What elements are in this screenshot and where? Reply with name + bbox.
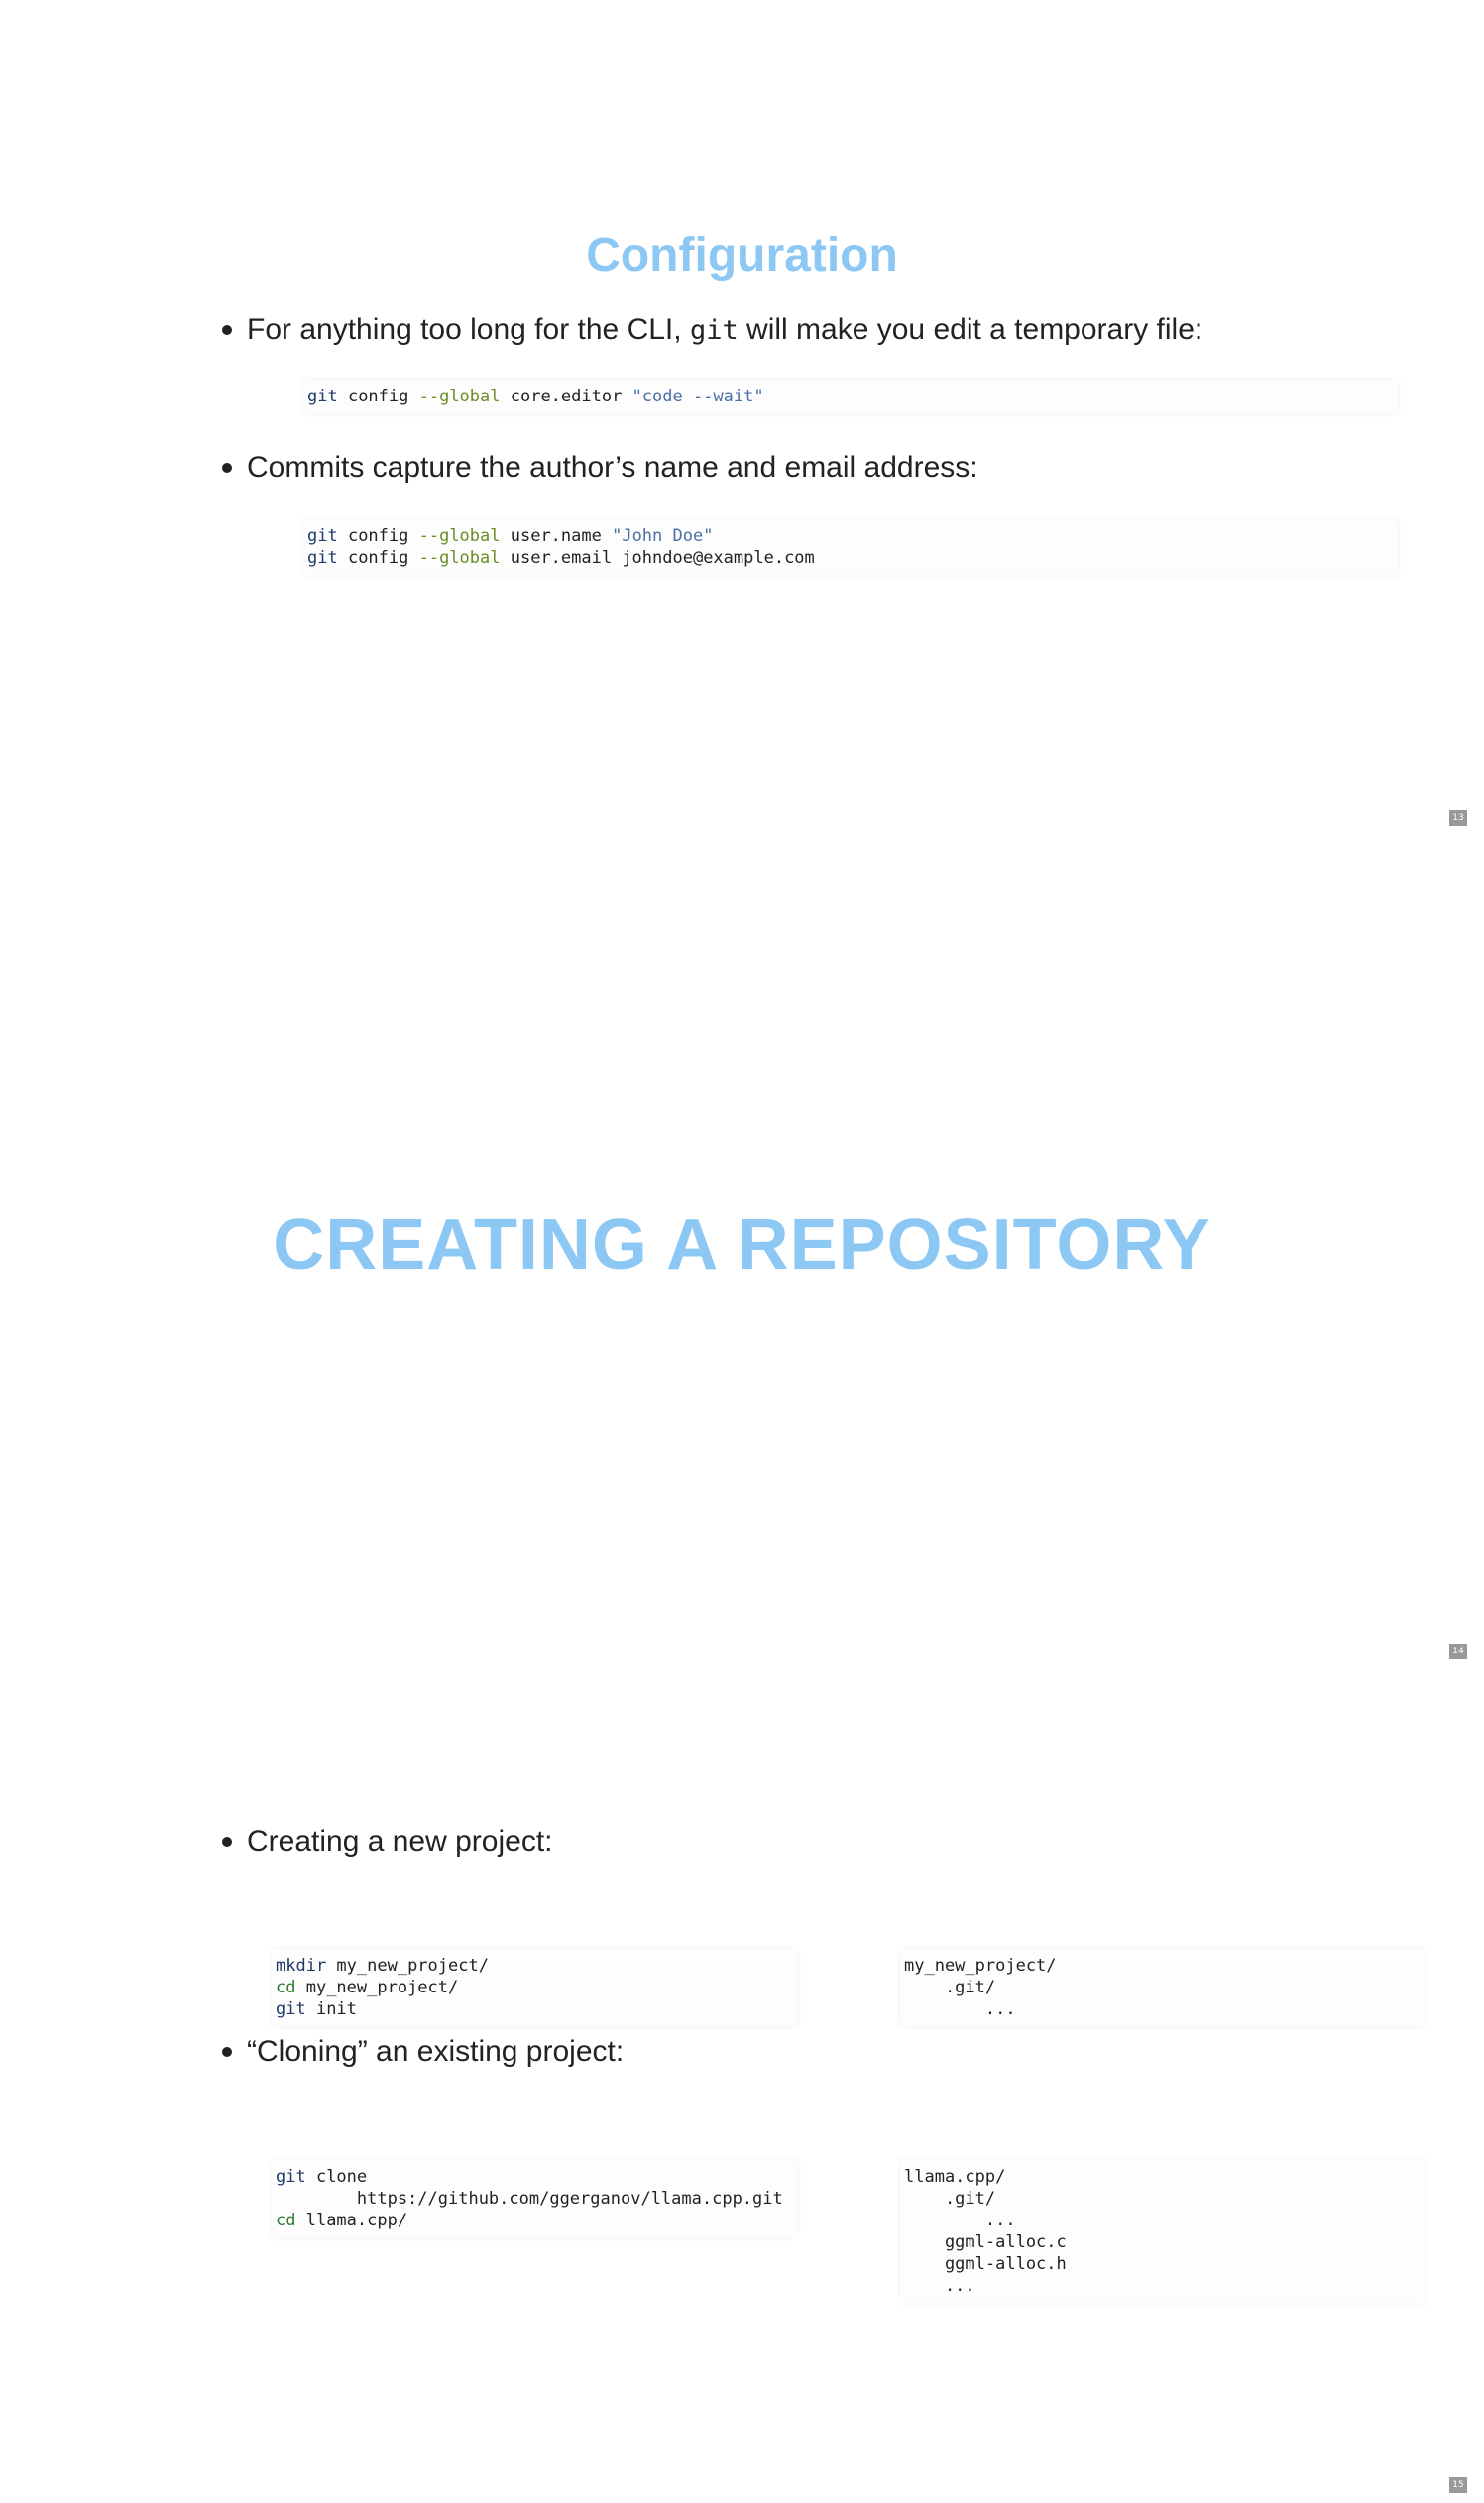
- section-title: CREATING A REPOSITORY: [273, 1205, 1211, 1285]
- code-token: llama.cpp/: [295, 2211, 408, 2230]
- bullet-author: Commits capture the author’s name and em…: [220, 448, 978, 488]
- bullet-text: For anything too long for the CLI, git w…: [247, 313, 1202, 346]
- code-line: ggml-alloc.h: [904, 2253, 1422, 2275]
- code-token: --global: [418, 387, 501, 406]
- code-token: --global: [418, 526, 501, 546]
- code-token: ggml-alloc.h: [904, 2254, 1067, 2274]
- code-block-clone-commands: git clone https://github.com/ggerganov/l…: [272, 2160, 797, 2237]
- bullet-text: Creating a new project:: [247, 1825, 553, 1858]
- page-number: 15: [1449, 2477, 1467, 2493]
- code-token: "John Doe": [612, 526, 714, 546]
- code-token: git: [276, 1999, 306, 2019]
- code-token: ...: [904, 1999, 1016, 2019]
- bullet-text-part: For anything too long for the CLI,: [247, 313, 690, 346]
- bullet-dot: [222, 1837, 232, 1847]
- code-block-clone-tree: llama.cpp/ .git/ ... ggml-alloc.c ggml-a…: [900, 2160, 1426, 2303]
- code-token: my_new_project/: [295, 1978, 459, 1997]
- page-number: 13: [1449, 810, 1467, 826]
- bullet-text: Commits capture the author’s name and em…: [247, 451, 978, 484]
- code-line: git clone: [276, 2166, 793, 2188]
- slide-title: Configuration: [586, 229, 898, 282]
- code-token: cd: [276, 2211, 296, 2230]
- code-line: my_new_project/: [904, 1955, 1422, 1977]
- code-line: git config --global core.editor "code --…: [307, 386, 1394, 407]
- code-token: mkdir: [276, 1956, 327, 1976]
- bullet-dot: [222, 325, 232, 335]
- code-block-author: git config --global user.name "John Doe"…: [303, 519, 1398, 575]
- code-line: cd llama.cpp/: [276, 2210, 793, 2231]
- code-token: .git/: [904, 1978, 996, 1997]
- code-token: git: [307, 387, 338, 406]
- code-line: llama.cpp/: [904, 2166, 1422, 2188]
- code-token: user.name: [500, 526, 613, 546]
- code-line: ...: [904, 1998, 1422, 2020]
- code-token: user.email johndoe@example.com: [500, 548, 815, 568]
- bullet-dot: [222, 2047, 232, 2057]
- code-token: clone: [305, 2167, 368, 2187]
- code-line: ...: [904, 2275, 1422, 2297]
- code-line: ...: [904, 2210, 1422, 2231]
- code-line: mkdir my_new_project/: [276, 1955, 793, 1977]
- code-token: my_new_project/: [326, 1956, 489, 1976]
- code-token: my_new_project/: [904, 1956, 1057, 1976]
- code-token: git: [307, 548, 338, 568]
- slide-configuration: Configuration For anything too long for …: [0, 0, 1484, 834]
- slide-section-creating-repository: CREATING A REPOSITORY 14: [0, 834, 1484, 1667]
- code-block-editor: git config --global core.editor "code --…: [303, 380, 1398, 413]
- code-token: cd: [276, 1978, 296, 1997]
- code-token: init: [305, 1999, 357, 2019]
- code-block-new-project-commands: mkdir my_new_project/cd my_new_project/g…: [272, 1949, 797, 2026]
- code-token: --global: [418, 548, 501, 568]
- code-token: https://github.com/ggerganov/llama.cpp.g…: [276, 2189, 783, 2209]
- code-token: git: [307, 526, 338, 546]
- code-line: ggml-alloc.c: [904, 2231, 1422, 2253]
- code-token: "code --wait": [631, 387, 764, 406]
- code-line: git config --global user.email johndoe@e…: [307, 547, 1394, 569]
- code-token: config: [337, 387, 419, 406]
- code-token: llama.cpp/: [904, 2167, 1006, 2187]
- code-token: config: [337, 526, 419, 546]
- code-line: git init: [276, 1998, 793, 2020]
- code-token: git: [276, 2167, 306, 2187]
- slide-creating-project: Creating a new project: mkdir my_new_pro…: [0, 1667, 1484, 2501]
- code-token: ...: [904, 2276, 975, 2296]
- bullet-dot: [222, 463, 232, 473]
- code-line: https://github.com/ggerganov/llama.cpp.g…: [276, 2188, 793, 2210]
- code-token: ggml-alloc.c: [904, 2232, 1067, 2252]
- bullet-text-part: will make you edit a temporary file:: [738, 313, 1203, 346]
- bullet-cloning: “Cloning” an existing project:: [220, 2032, 624, 2072]
- inline-code: git: [689, 315, 739, 346]
- code-token: config: [337, 548, 419, 568]
- code-token: core.editor: [500, 387, 632, 406]
- page-number: 14: [1449, 1644, 1467, 1659]
- code-line: git config --global user.name "John Doe": [307, 525, 1394, 547]
- code-line: .git/: [904, 1977, 1422, 1998]
- code-token: ...: [904, 2211, 1016, 2230]
- code-line: .git/: [904, 2188, 1422, 2210]
- bullet-text: “Cloning” an existing project:: [247, 2035, 625, 2068]
- code-block-new-project-tree: my_new_project/ .git/ ...: [900, 1949, 1426, 2026]
- code-line: cd my_new_project/: [276, 1977, 793, 1998]
- bullet-editor: For anything too long for the CLI, git w…: [220, 310, 1202, 351]
- bullet-new-project: Creating a new project:: [220, 1822, 553, 1862]
- code-token: .git/: [904, 2189, 996, 2209]
